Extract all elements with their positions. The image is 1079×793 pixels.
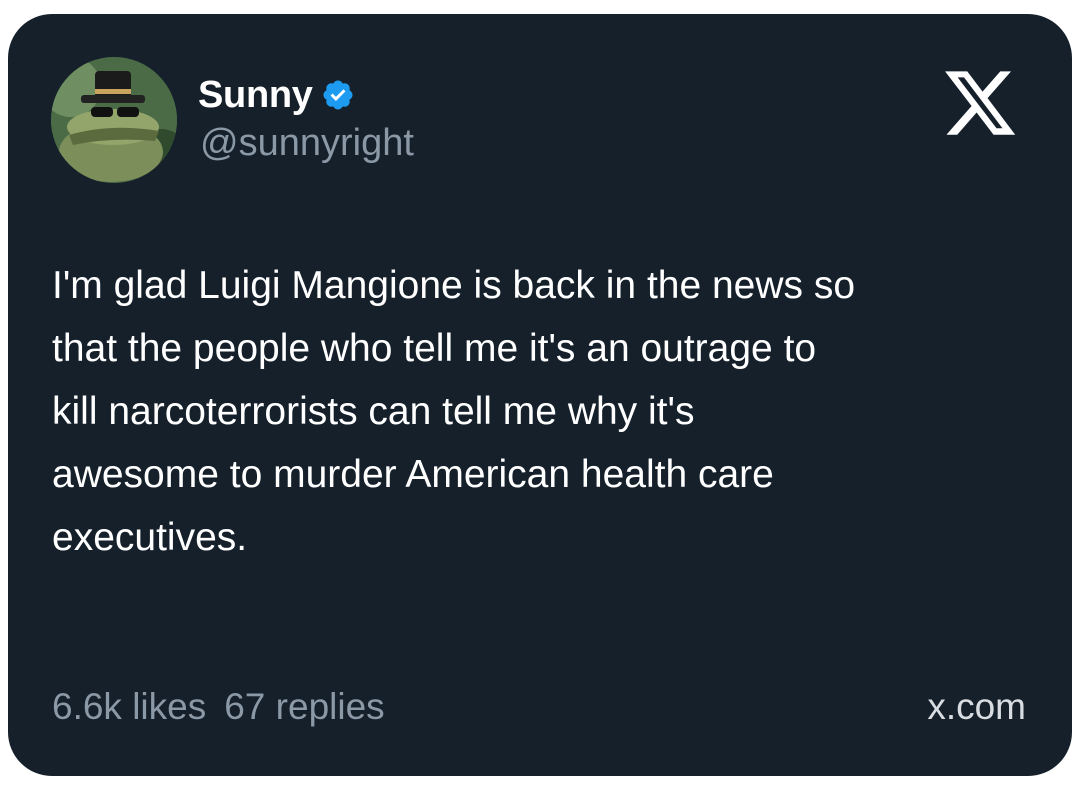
- tweet-stats: 6.6k likes 67 replies: [52, 686, 385, 728]
- likes-count[interactable]: 6.6k likes: [52, 686, 206, 728]
- replies-count[interactable]: 67 replies: [224, 686, 384, 728]
- tweet-text: I'm glad Luigi Mangione is back in the n…: [52, 264, 856, 559]
- author-name-row: Sunny: [198, 72, 355, 118]
- author-display-name[interactable]: Sunny: [198, 74, 313, 117]
- verified-badge-icon: [321, 78, 355, 112]
- site-link[interactable]: x.com: [927, 686, 1026, 728]
- tweet-card: Sunny @sunnyright I'm glad Luigi Mangion…: [8, 14, 1072, 776]
- avatar[interactable]: [51, 57, 177, 183]
- x-logo-icon[interactable]: [940, 64, 1020, 142]
- author-handle[interactable]: @sunnyright: [200, 122, 414, 165]
